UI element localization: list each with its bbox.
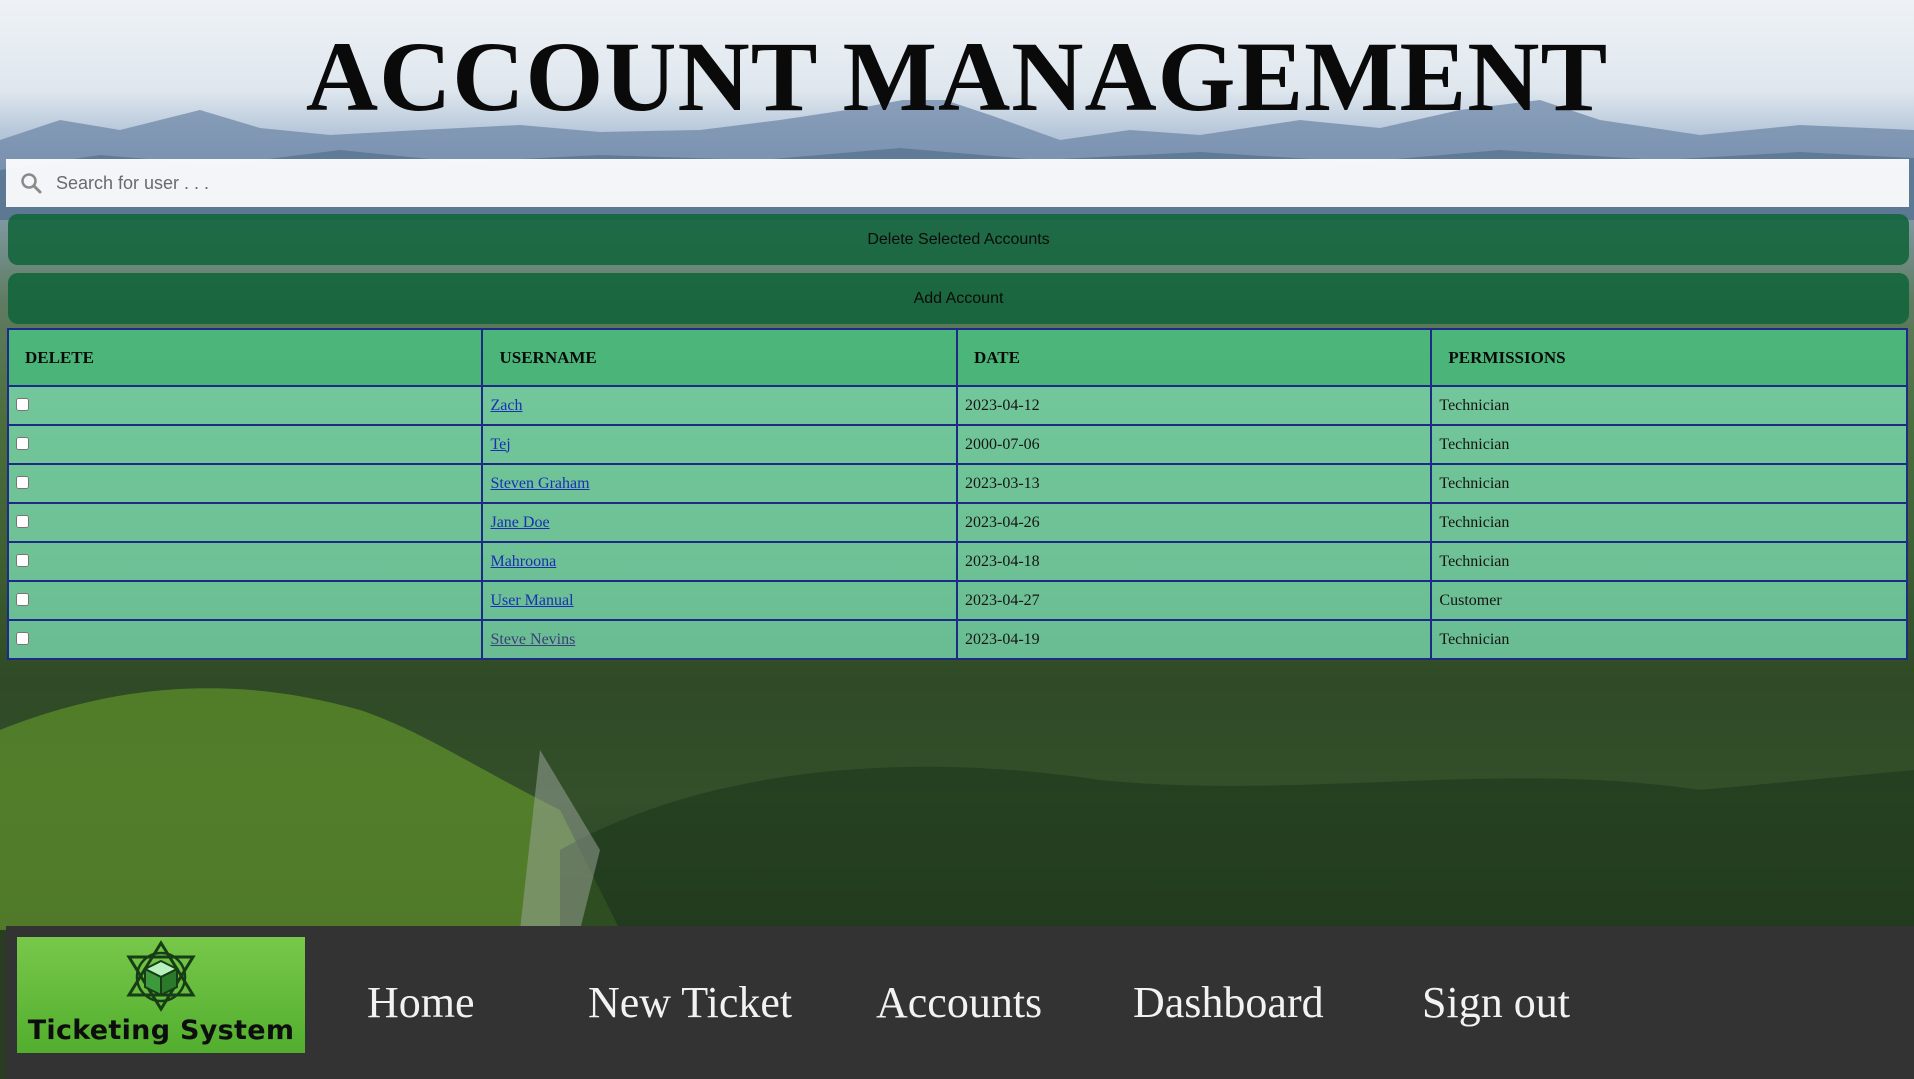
username-cell: Mahroona (481, 541, 958, 582)
footer-nav: Ticketing System Home New Ticket Account… (6, 926, 1914, 1079)
permissions-cell: Technician (1430, 619, 1908, 660)
date-cell: 2023-04-18 (955, 541, 1433, 582)
permissions-cell: Technician (1430, 502, 1908, 543)
username-link[interactable]: Tej (490, 436, 510, 453)
delete-selected-accounts-button[interactable]: Delete Selected Accounts (8, 214, 1909, 265)
delete-checkbox[interactable] (16, 553, 29, 567)
date-cell: 2023-04-26 (955, 502, 1433, 543)
nav-sign-out[interactable]: Sign out (1422, 978, 1570, 1028)
delete-checkbox[interactable] (16, 475, 29, 489)
add-account-button[interactable]: Add Account (8, 273, 1909, 324)
date-cell: 2023-04-27 (955, 580, 1433, 621)
username-link[interactable]: Mahroona (490, 553, 556, 570)
username-cell: Steven Graham (481, 463, 958, 504)
delete-checkbox[interactable] (16, 436, 29, 450)
search-icon (6, 159, 56, 207)
nav-new-ticket[interactable]: New Ticket (588, 978, 792, 1028)
username-cell: Jane Doe (481, 502, 958, 543)
username-link[interactable]: Jane Doe (490, 514, 549, 531)
permissions-cell: Technician (1430, 541, 1908, 582)
search-bar[interactable] (6, 159, 1909, 207)
table-row: Mahroona 2023-04-18 Technician (6, 541, 1908, 582)
delete-checkbox[interactable] (16, 514, 29, 528)
cube-logo-icon (126, 940, 196, 1012)
table-row: Tej 2000-07-06 Technician (6, 424, 1908, 465)
date-cell: 2023-04-12 (955, 385, 1433, 426)
accounts-table: DELETE USERNAME DATE PERMISSIONS Zach 20… (6, 328, 1908, 660)
table-row: User Manual 2023-04-27 Customer (6, 580, 1908, 621)
column-header-date: DATE (955, 328, 1433, 387)
permissions-cell: Technician (1430, 424, 1908, 465)
page-title: ACCOUNT MANAGEMENT (305, 21, 1609, 132)
delete-checkbox[interactable] (16, 397, 29, 411)
permissions-cell: Technician (1430, 385, 1908, 426)
nav-accounts[interactable]: Accounts (876, 978, 1042, 1028)
table-row: Zach 2023-04-12 Technician (6, 385, 1908, 426)
delete-cell (6, 580, 484, 621)
date-cell: 2023-04-19 (955, 619, 1433, 660)
permissions-cell: Technician (1430, 463, 1908, 504)
logo-text: Ticketing System (27, 1015, 295, 1046)
table-row: Jane Doe 2023-04-26 Technician (6, 502, 1908, 543)
username-cell: Tej (481, 424, 958, 465)
username-link[interactable]: Steven Graham (490, 475, 589, 492)
ticketing-system-logo[interactable]: Ticketing System (17, 937, 305, 1053)
delete-checkbox[interactable] (16, 631, 29, 645)
table-row: Steve Nevins 2023-04-19 Technician (6, 619, 1908, 660)
username-cell: User Manual (481, 580, 958, 621)
column-header-permissions: PERMISSIONS (1430, 328, 1908, 387)
username-link[interactable]: User Manual (490, 592, 573, 609)
nav-home[interactable]: Home (367, 978, 475, 1028)
date-cell: 2000-07-06 (955, 424, 1433, 465)
background-forest (0, 688, 1914, 930)
username-cell: Zach (481, 385, 958, 426)
username-link[interactable]: Steve Nevins (490, 631, 575, 648)
username-cell: Steve Nevins (481, 619, 958, 660)
nav-dashboard[interactable]: Dashboard (1133, 978, 1324, 1028)
delete-cell (6, 502, 484, 543)
delete-cell (6, 385, 484, 426)
date-cell: 2023-03-13 (955, 463, 1433, 504)
column-header-delete: DELETE (6, 328, 484, 387)
search-input[interactable] (56, 163, 1856, 203)
username-link[interactable]: Zach (490, 397, 522, 414)
delete-cell (6, 541, 484, 582)
delete-cell (6, 619, 484, 660)
delete-cell (6, 424, 484, 465)
delete-checkbox[interactable] (16, 592, 29, 606)
table-header-row: DELETE USERNAME DATE PERMISSIONS (6, 328, 1908, 387)
column-header-username: USERNAME (481, 328, 958, 387)
permissions-cell: Customer (1430, 580, 1908, 621)
table-row: Steven Graham 2023-03-13 Technician (6, 463, 1908, 504)
delete-cell (6, 463, 484, 504)
